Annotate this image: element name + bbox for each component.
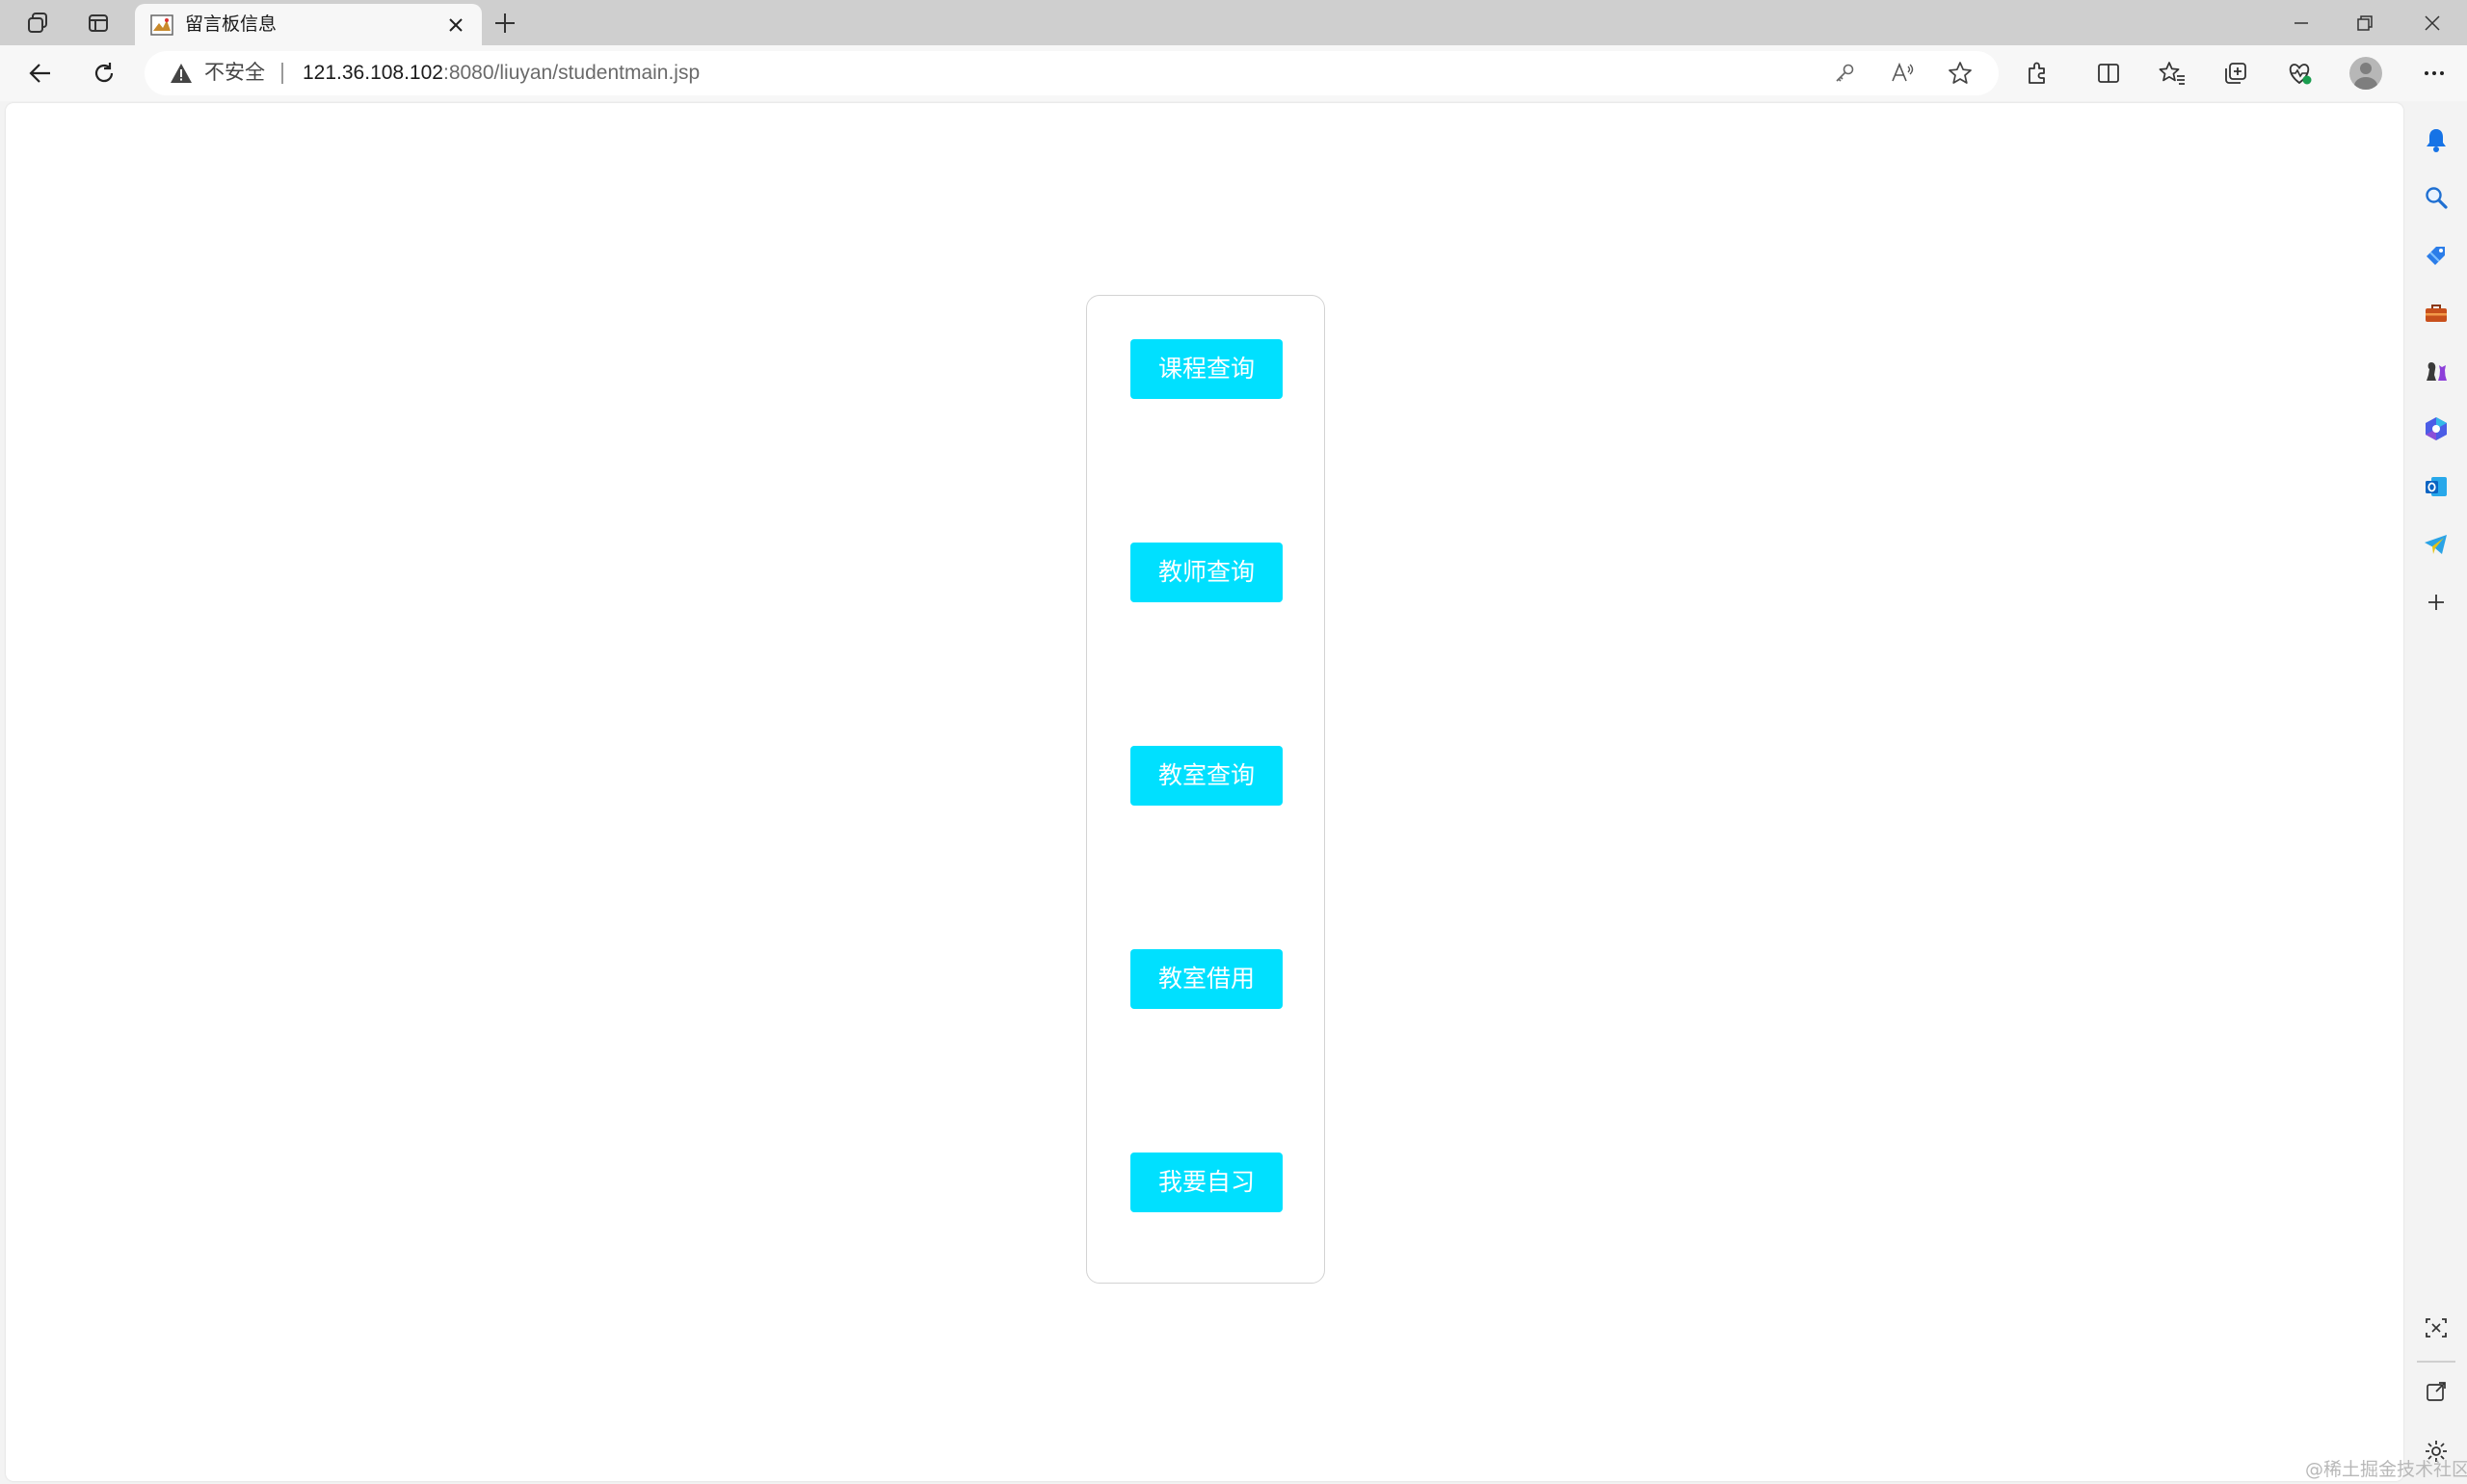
bell-icon[interactable] — [2418, 121, 2454, 158]
tab-active[interactable]: 留言板信息 — [135, 4, 482, 45]
address-separator — [281, 63, 283, 84]
browser-toolbar: 不安全 121.36.108.102:8080/liuyan/studentma… — [0, 45, 2467, 101]
page-favicon — [150, 14, 173, 36]
refresh-icon[interactable] — [85, 54, 123, 93]
back-icon[interactable] — [21, 54, 60, 93]
classroom-borrow-button[interactable]: 教室借用 — [1130, 949, 1283, 1009]
restore-icon[interactable] — [2336, 6, 2394, 40]
address-bar[interactable]: 不安全 121.36.108.102:8080/liuyan/studentma… — [145, 51, 1999, 95]
teacher-query-button[interactable]: 教师查询 — [1130, 543, 1283, 602]
collections-icon[interactable] — [2216, 54, 2255, 93]
url-path: :8080/liuyan/studentmain.jsp — [442, 62, 701, 84]
self-study-button[interactable]: 我要自习 — [1130, 1153, 1283, 1212]
warning-icon[interactable] — [170, 63, 193, 84]
key-icon[interactable] — [1829, 58, 1860, 89]
new-tab-icon[interactable] — [490, 8, 520, 39]
shopping-tag-icon[interactable] — [2418, 237, 2454, 274]
more-icon[interactable] — [2415, 54, 2454, 93]
minimize-icon[interactable] — [2272, 6, 2330, 40]
url-text[interactable]: 121.36.108.102:8080/liuyan/studentmain.j… — [303, 63, 700, 84]
student-menu-card: 课程查询 教师查询 教室查询 教室借用 我要自习 — [1086, 295, 1325, 1284]
outlook-icon[interactable] — [2418, 468, 2454, 505]
toolbox-icon[interactable] — [2418, 295, 2454, 331]
close-icon[interactable] — [445, 14, 466, 36]
security-label[interactable]: 不安全 — [204, 63, 265, 84]
favorite-star-icon[interactable] — [1945, 58, 1976, 89]
telegram-icon[interactable] — [2418, 526, 2454, 563]
favorites-icon[interactable] — [2153, 54, 2191, 93]
tab-title: 留言板信息 — [185, 14, 278, 35]
course-query-button[interactable]: 课程查询 — [1130, 339, 1283, 399]
split-screen-icon[interactable] — [2089, 54, 2128, 93]
profile-avatar[interactable] — [2349, 57, 2382, 90]
workspaces-icon[interactable] — [19, 8, 58, 39]
browser-essentials-icon[interactable] — [2280, 54, 2319, 93]
edge-sidebar — [2405, 103, 2467, 1484]
search-icon[interactable] — [2418, 179, 2454, 216]
read-aloud-icon[interactable] — [1887, 58, 1918, 89]
screenshot-icon[interactable] — [2418, 1310, 2454, 1346]
tab-actions-icon[interactable] — [79, 8, 118, 39]
games-icon[interactable] — [2418, 353, 2454, 389]
copilot-icon[interactable] — [2418, 411, 2454, 447]
watermark: @稀土掘金技术社区 — [2305, 1459, 2467, 1480]
window-close-icon[interactable] — [2403, 6, 2461, 40]
tab-strip: 留言板信息 — [0, 0, 2467, 45]
page-viewport: 课程查询 教师查询 教室查询 教室借用 我要自习 — [6, 103, 2403, 1481]
open-external-icon[interactable] — [2418, 1373, 2454, 1410]
extensions-icon[interactable] — [2018, 54, 2056, 93]
add-icon[interactable] — [2418, 584, 2454, 621]
sidebar-divider — [2417, 1361, 2455, 1363]
url-host: 121.36.108.102 — [303, 62, 443, 84]
classroom-query-button[interactable]: 教室查询 — [1130, 746, 1283, 806]
